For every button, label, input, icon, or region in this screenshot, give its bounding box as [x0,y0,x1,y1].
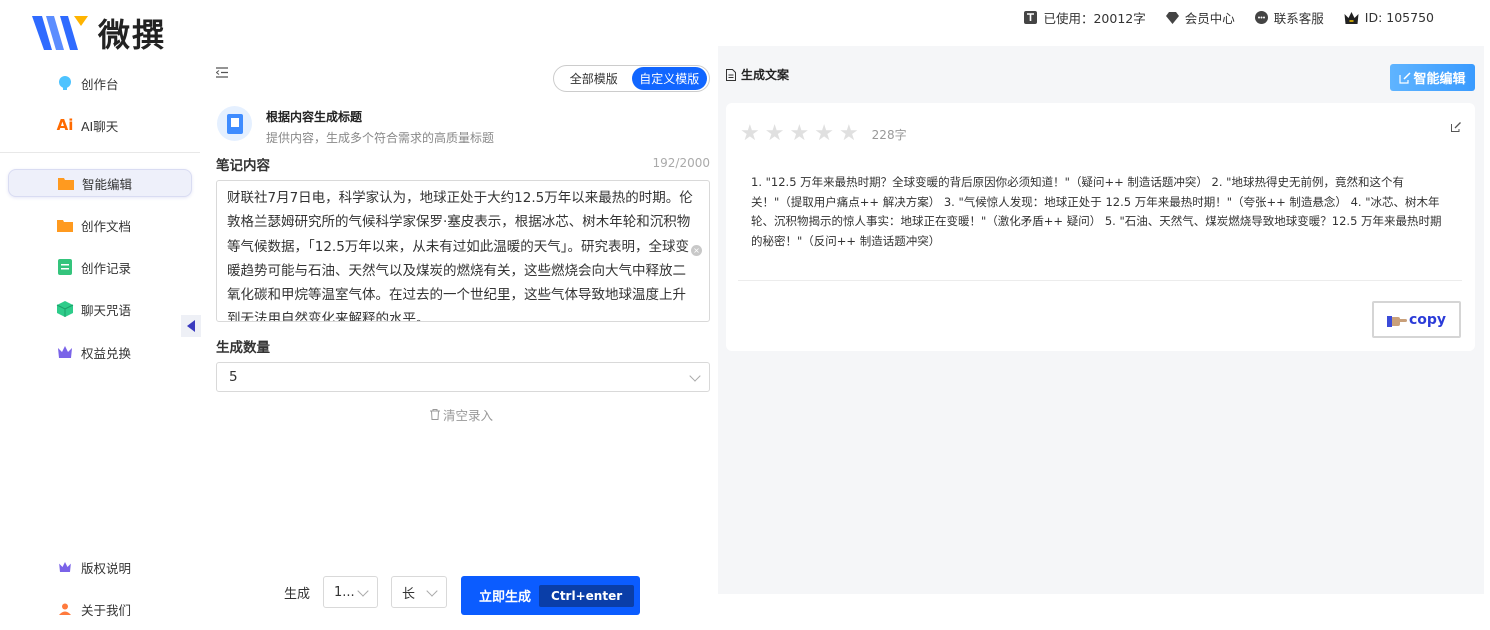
clear-text-icon[interactable]: × [691,245,702,256]
document-icon [56,258,74,276]
quantity-label: 生成数量 [216,340,270,356]
sidebar-item-creation[interactable]: 创作台 [8,69,192,97]
quantity-value: 5 [229,369,238,385]
trash-icon [430,409,440,420]
clear-entry-label: 清空录入 [443,408,494,423]
clear-entry-button[interactable]: 清空录入 [430,405,493,424]
word-count: 228字 [871,127,907,142]
quantity-select[interactable]: 5 [216,362,710,392]
output-title: 生成文案 [741,68,790,82]
smart-edit-button[interactable]: 智能编辑 [1390,64,1475,91]
sidebar-item-records[interactable]: 创作记录 [8,253,192,281]
document-icon [726,68,736,81]
member-center-label: 会员中心 [1184,11,1235,26]
copy-button[interactable]: copy [1372,301,1461,338]
chat-icon [1254,11,1268,24]
sidebar-item-copyright[interactable]: 版权说明 [8,553,192,581]
sidebar-item-prompts[interactable]: 聊天咒语 [8,295,192,323]
sidebar-divider [0,152,200,153]
folder-icon [57,174,75,192]
output-header: 生成文案 [726,66,789,83]
copy-label: copy [1408,311,1447,328]
chevron-down-icon [689,370,701,382]
crown-icon [56,343,74,361]
generate-button-label: 立即生成 [479,590,532,605]
caret-left-icon [187,320,195,332]
user-id[interactable]: ID: 105750 [1344,8,1434,27]
brand-name: 微撰 [98,16,167,54]
sidebar-collapse-button[interactable] [181,315,201,337]
usage-text: 已使用：20012字 [1043,11,1146,26]
folder-icon [56,216,74,234]
sidebar-item-label: 创作文档 [81,218,132,234]
menu-fold-icon[interactable] [215,67,228,79]
length-select-value: 长 [402,586,416,602]
count-select-value: 1... [334,584,355,600]
sidebar-item-documents[interactable]: 创作文档 [8,211,192,239]
tab-custom-templates[interactable]: 自定义模版 [631,67,707,90]
shortcut-hint: Ctrl+enter [539,584,635,607]
crown-icon [56,558,74,576]
sidebar-item-label: 创作台 [81,76,119,92]
template-switch: 全部模版 自定义模版 [553,65,710,92]
member-center-link[interactable]: 会员中心 [1165,8,1235,27]
cube-icon [56,300,74,318]
logo[interactable]: 微撰 [30,10,166,56]
sidebar-item-ai-chat[interactable]: Ai AI聊天 [8,111,192,139]
sidebar-item-label: 权益兑换 [81,345,132,361]
sidebar: 微撰 创作台 Ai AI聊天 智能编辑 创作文档 创作记录 聊天咒语 权益兑换 … [0,0,200,630]
star-icon[interactable]: ★ [814,123,834,145]
sidebar-item-smart-edit[interactable]: 智能编辑 [8,169,192,197]
length-select[interactable]: 长 [391,576,448,608]
sidebar-item-about[interactable]: 关于我们 [8,595,192,623]
star-icon[interactable]: ★ [765,123,785,145]
top-bar: 已使用：20012字 会员中心 联系客服 ID: 105750 [1024,8,1434,27]
template-info: 根据内容生成标题 提供内容，生成多个符合需求的高质量标题 [217,106,494,146]
smart-edit-label: 智能编辑 [1413,72,1466,87]
notes-label: 笔记内容 [216,158,270,174]
generate-options: 生成 1... 长 [284,576,448,608]
card-divider [738,280,1462,281]
sidebar-item-label: 版权说明 [81,560,132,576]
edit-icon [1399,71,1412,84]
support-link[interactable]: 联系客服 [1254,8,1324,27]
ai-icon: Ai [56,116,74,134]
tab-all-templates[interactable]: 全部模版 [556,67,632,90]
template-description: 提供内容，生成多个符合需求的高质量标题 [266,131,495,145]
sidebar-item-label: 创作记录 [81,260,132,276]
sidebar-item-label: 聊天咒语 [81,302,132,318]
generate-options-label: 生成 [284,586,311,602]
bulb-icon [56,74,74,92]
sidebar-item-redeem[interactable]: 权益兑换 [8,338,192,366]
diamond-icon [1165,11,1179,24]
chevron-down-icon [426,585,438,597]
text-icon [1024,11,1038,24]
star-icon[interactable]: ★ [789,123,809,145]
char-counter: 192/2000 [652,156,711,170]
generate-button[interactable]: 立即生成 Ctrl+enter [461,576,640,615]
hand-pointer-icon [1386,315,1407,327]
star-icon[interactable]: ★ [839,123,859,145]
chevron-down-icon [357,585,369,597]
logo-mark-icon [30,12,92,54]
sidebar-item-label: 智能编辑 [82,176,133,192]
usage-indicator: 已使用：20012字 [1024,8,1146,27]
rating: ★ ★ ★ ★ ★ 228字 [740,123,907,145]
count-select[interactable]: 1... [323,576,379,608]
sidebar-item-label: 关于我们 [81,602,132,618]
edit-icon[interactable] [1451,121,1461,132]
crown-icon [1344,11,1359,24]
sidebar-item-label: AI聊天 [81,118,119,134]
star-icon[interactable]: ★ [740,123,760,145]
notebook-icon [217,106,252,141]
support-label: 联系客服 [1273,11,1324,26]
user-icon [56,600,74,618]
generated-text: 1. "12.5 万年来最热时期？全球变暖的背后原因你必须知道！"（疑问++ 制… [751,175,1442,248]
template-title: 根据内容生成标题 [266,110,363,124]
user-id-text: ID: 105750 [1364,10,1434,25]
notes-textarea[interactable]: 财联社7月7日电，科学家认为，地球正处于大约12.5万年以来最热的时期。伦敦格兰… [216,180,710,322]
